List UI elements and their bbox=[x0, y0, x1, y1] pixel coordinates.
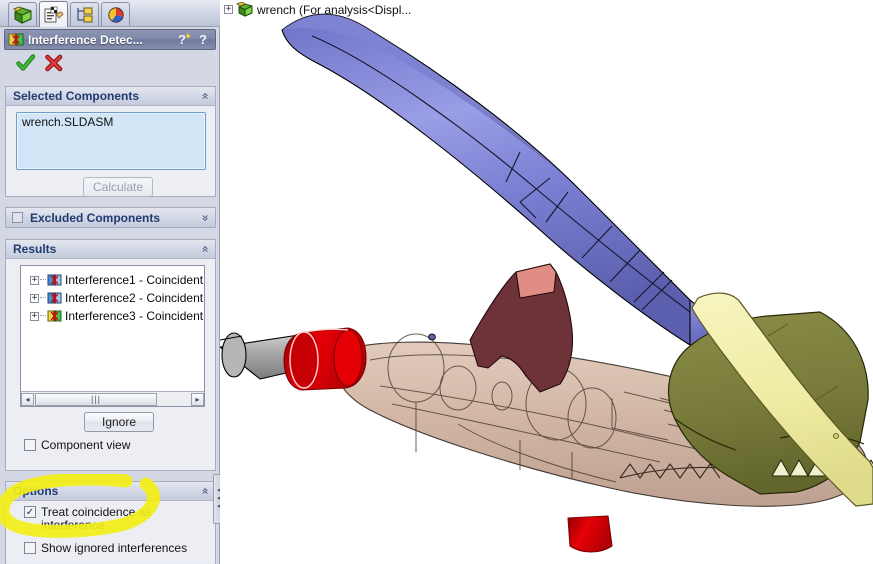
excluded-components-checkbox[interactable] bbox=[12, 212, 23, 223]
interference-yellow-icon bbox=[47, 309, 62, 323]
manager-tab-strip bbox=[0, 0, 220, 27]
expand-icon[interactable]: + bbox=[224, 5, 233, 14]
tree-connector bbox=[40, 315, 46, 317]
show-ignored-checkbox[interactable] bbox=[24, 542, 36, 554]
flyout-feature-tree[interactable]: + wrench (For analysis<Displ... bbox=[224, 1, 411, 18]
options-title: Options bbox=[13, 484, 202, 498]
interference-detection-icon bbox=[8, 32, 24, 47]
interference-volume-red-lower[interactable] bbox=[568, 516, 612, 552]
green-check-icon bbox=[16, 54, 36, 73]
results-tree-row[interactable]: + Interference2 - Coincident Int bbox=[21, 289, 204, 307]
results-tree[interactable]: + Interference1 - Coincident Int bbox=[20, 265, 205, 407]
chevron-up-icon[interactable]: « bbox=[200, 245, 210, 252]
selected-component-item[interactable]: wrench.SLDASM bbox=[17, 113, 205, 129]
svg-text:?: ? bbox=[178, 32, 186, 47]
selected-components-listbox[interactable]: wrench.SLDASM bbox=[16, 112, 206, 170]
results-body: + Interference1 - Coincident Int bbox=[6, 259, 215, 470]
assembly-icon bbox=[236, 2, 253, 17]
configuration-manager-icon bbox=[75, 6, 95, 24]
show-ignored-label: Show ignored interferences bbox=[41, 542, 187, 555]
excluded-components-section: Excluded Components » bbox=[5, 207, 216, 228]
tab-display-manager[interactable] bbox=[101, 2, 130, 26]
property-manager-title: Interference Detec... bbox=[28, 33, 176, 47]
component-view-checkbox[interactable] bbox=[24, 439, 36, 451]
results-tree-row[interactable]: + Interference3 - Coincident Int bbox=[21, 307, 204, 325]
wrench-assembly-model[interactable] bbox=[220, 0, 873, 564]
property-manager-icon bbox=[43, 6, 64, 24]
interference-blue-icon bbox=[47, 273, 62, 287]
treat-coincidence-checkbox[interactable]: ✓ bbox=[24, 506, 36, 518]
options-section: Options « ✓ Treat coincidence as interfe… bbox=[5, 481, 216, 564]
ignore-button[interactable]: Ignore bbox=[84, 412, 154, 432]
question-sparkle-icon: ? bbox=[177, 32, 193, 47]
results-header[interactable]: Results « bbox=[6, 240, 215, 259]
interference-blue-icon bbox=[47, 291, 62, 305]
tab-feature-manager-design-tree[interactable] bbox=[8, 2, 37, 26]
scroll-left-arrow[interactable]: ◂ bbox=[21, 393, 34, 406]
selected-components-body: wrench.SLDASM Calculate bbox=[6, 106, 215, 196]
graphics-area[interactable]: + wrench (For analysis<Displ... bbox=[220, 0, 873, 564]
help-question-mark: ? bbox=[199, 32, 207, 47]
color-wheel-icon bbox=[106, 6, 126, 24]
interference-label: Interference2 - Coincident Int bbox=[65, 291, 204, 305]
component-view-checkbox-row[interactable]: Component view bbox=[24, 439, 130, 452]
interference-label: Interference1 - Coincident Int bbox=[65, 273, 204, 287]
whats-this-help-icon[interactable]: ? bbox=[176, 31, 194, 49]
property-manager-panel: Interference Detec... ? ? bbox=[0, 0, 220, 564]
treat-coincidence-label: Treat coincidence as interference bbox=[41, 506, 161, 532]
options-header[interactable]: Options « bbox=[6, 482, 215, 501]
tab-property-manager[interactable] bbox=[39, 1, 68, 27]
excluded-components-title: Excluded Components bbox=[30, 211, 202, 225]
expand-icon[interactable]: + bbox=[30, 276, 39, 285]
component-view-label: Component view bbox=[41, 439, 130, 452]
solidworks-window: Interference Detec... ? ? bbox=[0, 0, 873, 564]
expand-icon[interactable]: + bbox=[30, 294, 39, 303]
show-ignored-checkbox-row[interactable]: Show ignored interferences bbox=[24, 542, 187, 555]
results-section: Results « + bbox=[5, 239, 216, 471]
options-body: ✓ Treat coincidence as interference Show… bbox=[6, 501, 215, 563]
tab-configuration-manager[interactable] bbox=[70, 2, 99, 26]
flyout-tree-label: wrench (For analysis<Displ... bbox=[257, 3, 411, 17]
selected-components-section: Selected Components « wrench.SLDASM Calc… bbox=[5, 86, 216, 197]
chevron-down-icon[interactable]: » bbox=[200, 214, 210, 221]
calculate-button[interactable]: Calculate bbox=[83, 177, 153, 197]
results-title: Results bbox=[13, 242, 202, 256]
cancel-button[interactable] bbox=[44, 54, 64, 76]
treat-coincidence-checkbox-row[interactable]: ✓ Treat coincidence as interference bbox=[24, 506, 174, 532]
results-horizontal-scrollbar[interactable]: ◂ ||| ▸ bbox=[21, 391, 204, 406]
red-x-icon bbox=[44, 54, 64, 73]
interference-label: Interference3 - Coincident Int bbox=[65, 309, 204, 323]
help-icon[interactable]: ? bbox=[194, 31, 212, 49]
chevron-up-icon[interactable]: « bbox=[200, 487, 210, 494]
ok-cancel-bar bbox=[4, 52, 216, 76]
results-tree-row[interactable]: + Interference1 - Coincident Int bbox=[21, 271, 204, 289]
chevron-up-icon[interactable]: « bbox=[200, 92, 210, 99]
selected-components-header[interactable]: Selected Components « bbox=[6, 87, 215, 106]
expand-icon[interactable]: + bbox=[30, 312, 39, 321]
tree-connector bbox=[40, 297, 46, 299]
tree-connector bbox=[40, 279, 46, 281]
property-manager-title-bar: Interference Detec... ? ? bbox=[4, 29, 216, 50]
excluded-components-header[interactable]: Excluded Components » bbox=[6, 208, 215, 227]
scroll-right-arrow[interactable]: ▸ bbox=[191, 393, 204, 406]
scroll-thumb[interactable]: ||| bbox=[35, 393, 157, 406]
selected-components-title: Selected Components bbox=[13, 89, 202, 103]
ok-button[interactable] bbox=[16, 54, 36, 76]
green-box-icon bbox=[13, 6, 33, 24]
interference-volume-red[interactable] bbox=[284, 328, 366, 390]
